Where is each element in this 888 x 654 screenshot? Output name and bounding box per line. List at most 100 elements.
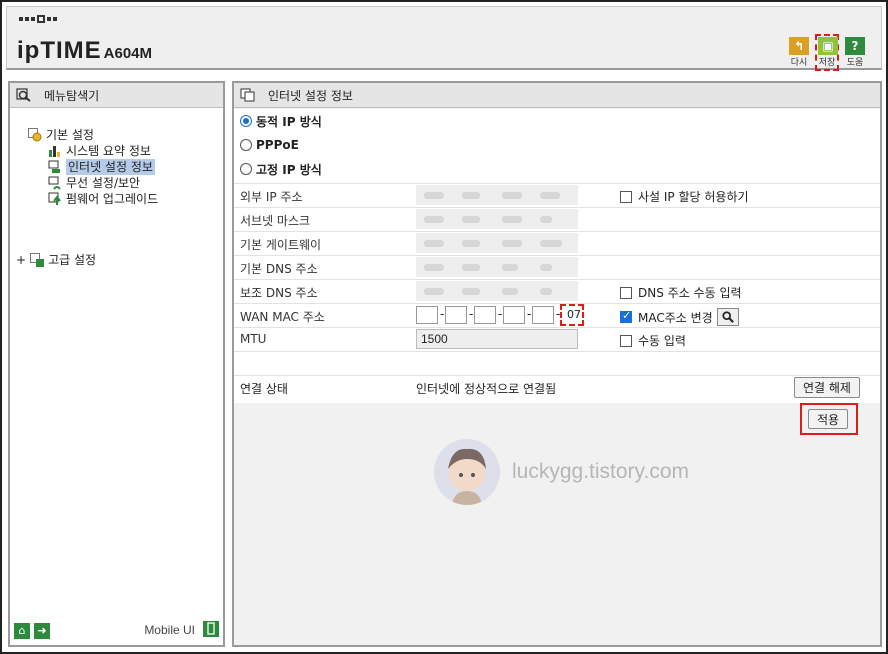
tree-item-system-summary[interactable]: 시스템 요약 정보 <box>48 143 158 159</box>
tree-item-firmware[interactable]: 펌웨어 업그레이드 <box>48 191 158 207</box>
upgrade-icon <box>48 192 61 205</box>
mobile-ui-link[interactable]: Mobile UI <box>144 623 195 637</box>
mac-octet-5[interactable] <box>532 306 554 324</box>
tree-item-label: 무선 설정/보안 <box>66 176 141 190</box>
tree-item-label: 시스템 요약 정보 <box>66 144 151 158</box>
wan-mac-label: WAN MAC 주소 <box>240 310 325 324</box>
tree-item-internet-settings[interactable]: 인터넷 설정 정보 <box>48 159 158 175</box>
mac-inputs: - - - - - 07 <box>416 304 586 328</box>
expand-plus-icon[interactable]: + <box>16 253 26 267</box>
row-connection-status: 연결 상태 인터넷에 정상적으로 연결됨 연결 해제 <box>234 375 880 399</box>
mac-octet-1[interactable] <box>416 306 438 324</box>
mtu-label: MTU <box>240 332 267 346</box>
mode-dynamic-ip[interactable]: 동적 IP 방식 <box>234 109 880 133</box>
main-title: 인터넷 설정 정보 <box>268 88 353 103</box>
save-label: 저장 <box>818 58 836 68</box>
mobile-icon[interactable] <box>203 621 219 637</box>
mode-dynamic-label: 동적 IP 방식 <box>256 114 322 129</box>
watermark-text: luckygg.tistory.com <box>512 460 689 483</box>
dns-manual-label: DNS 주소 수동 입력 <box>638 286 742 300</box>
disconnect-button[interactable]: 연결 해제 <box>794 377 860 398</box>
status-value: 인터넷에 정상적으로 연결됨 <box>416 382 557 396</box>
private-ip-option[interactable]: 사설 IP 할당 허용하기 <box>620 188 749 205</box>
mode-static-ip[interactable]: 고정 IP 방식 <box>234 157 880 181</box>
mtu-manual-option[interactable]: 수동 입력 <box>620 332 686 349</box>
subnet-value <box>416 209 578 229</box>
save-icon: ▣ <box>818 37 838 55</box>
status-label: 연결 상태 <box>240 382 288 396</box>
menu-explorer-title: 메뉴탐색기 <box>10 83 223 108</box>
reload-button[interactable]: ↰ 다시 <box>787 37 811 71</box>
back-icon: ↰ <box>789 37 809 55</box>
mtu-manual-label: 수동 입력 <box>638 334 686 348</box>
mac-search-button[interactable] <box>716 308 739 326</box>
search-icon <box>16 88 31 102</box>
external-ip-value <box>416 185 578 205</box>
dns2-label: 보조 DNS 주소 <box>240 286 318 300</box>
reload-label: 다시 <box>790 58 808 68</box>
row-gateway: 기본 게이트웨이 <box>234 231 880 255</box>
mac-change-label: MAC주소 변경 <box>638 310 713 325</box>
tree-item-label: 펌웨어 업그레이드 <box>66 192 159 206</box>
radio-static-ip[interactable] <box>240 163 252 175</box>
mac-octet-6[interactable]: 07 <box>560 304 584 326</box>
dns2-value <box>416 281 578 301</box>
menu-explorer-label: 메뉴탐색기 <box>44 88 100 103</box>
help-icon: ? <box>845 37 865 55</box>
row-wan-mac: WAN MAC 주소 - - - - - 07 MAC주소 변경 <box>234 303 880 327</box>
tree-group-basic[interactable]: 기본 설정 <box>28 127 158 143</box>
dns1-label: 기본 DNS 주소 <box>240 262 318 276</box>
save-button[interactable]: ▣ 저장 <box>815 34 839 71</box>
dns-manual-option[interactable]: DNS 주소 수동 입력 <box>620 284 742 301</box>
private-ip-checkbox[interactable] <box>620 190 632 203</box>
mode-pppoe-label: PPPoE <box>256 138 299 152</box>
row-subnet: 서브넷 마스크 <box>234 207 880 231</box>
header-bar: ipTIME A604M ↰ 다시 ▣ 저장 ? 도움 <box>6 6 882 71</box>
mac-change-checkbox[interactable] <box>620 309 632 323</box>
gateway-value <box>416 233 578 253</box>
subnet-label: 서브넷 마스크 <box>240 214 311 228</box>
mtu-manual-checkbox[interactable] <box>620 334 632 347</box>
radio-dynamic-ip[interactable] <box>240 115 252 127</box>
mac-octet-3[interactable] <box>474 306 496 324</box>
tree-item-wireless[interactable]: 무선 설정/보안 <box>48 175 158 191</box>
menu-explorer: 메뉴탐색기 기본 설정 시스템 요약 정보 인터넷 설정 정보 무선 설정/보안… <box>8 81 225 647</box>
model-name: A604M <box>103 45 153 62</box>
logout-icon[interactable]: ➜ <box>34 623 50 639</box>
window-frame: ipTIME A604M ↰ 다시 ▣ 저장 ? 도움 메뉴탐색기 기본 설정 … <box>0 0 888 654</box>
folder-plus-icon <box>30 252 45 267</box>
tree-group-advanced[interactable]: + 고급 설정 <box>16 251 96 268</box>
external-ip-label: 외부 IP 주소 <box>240 190 303 204</box>
magnifier-icon <box>722 311 734 323</box>
row-dns1: 기본 DNS 주소 <box>234 255 880 279</box>
mode-static-label: 고정 IP 방식 <box>256 162 322 177</box>
gateway-label: 기본 게이트웨이 <box>240 238 322 252</box>
tree-group-basic-label: 기본 설정 <box>46 128 94 142</box>
brand-mark-icon <box>19 15 57 23</box>
radio-pppoe[interactable] <box>240 139 252 151</box>
brand-name: ipTIME <box>17 37 102 64</box>
home-icon[interactable]: ⌂ <box>14 623 30 639</box>
apply-button[interactable]: 적용 <box>808 409 848 429</box>
help-button[interactable]: ? 도움 <box>843 37 867 71</box>
folder-settings-icon <box>28 128 42 142</box>
network-icon <box>48 160 60 173</box>
watermark: luckygg.tistory.com <box>434 439 689 505</box>
mode-pppoe[interactable]: PPPoE <box>234 133 880 157</box>
mac-octet-2[interactable] <box>445 306 467 324</box>
main-panel: 인터넷 설정 정보 동적 IP 방식 PPPoE 고정 IP 방식 외부 IP … <box>232 81 882 647</box>
settings-page-icon <box>240 88 255 102</box>
avatar-icon <box>434 439 500 505</box>
chart-icon <box>49 146 60 157</box>
wireless-icon <box>48 176 61 190</box>
menu-tree: 기본 설정 시스템 요약 정보 인터넷 설정 정보 무선 설정/보안 펌웨어 업… <box>28 127 158 207</box>
mtu-input[interactable]: 1500 <box>416 329 578 349</box>
mac-change-option[interactable]: MAC주소 변경 <box>620 308 739 326</box>
help-label: 도움 <box>846 58 864 68</box>
settings-form: 동적 IP 방식 PPPoE 고정 IP 방식 외부 IP 주소 사설 IP 할… <box>234 109 880 403</box>
row-dns2: 보조 DNS 주소 DNS 주소 수동 입력 <box>234 279 880 303</box>
tree-item-label: 인터넷 설정 정보 <box>66 159 155 175</box>
private-ip-label: 사설 IP 할당 허용하기 <box>638 190 749 204</box>
dns-manual-checkbox[interactable] <box>620 286 632 299</box>
mac-octet-4[interactable] <box>503 306 525 324</box>
